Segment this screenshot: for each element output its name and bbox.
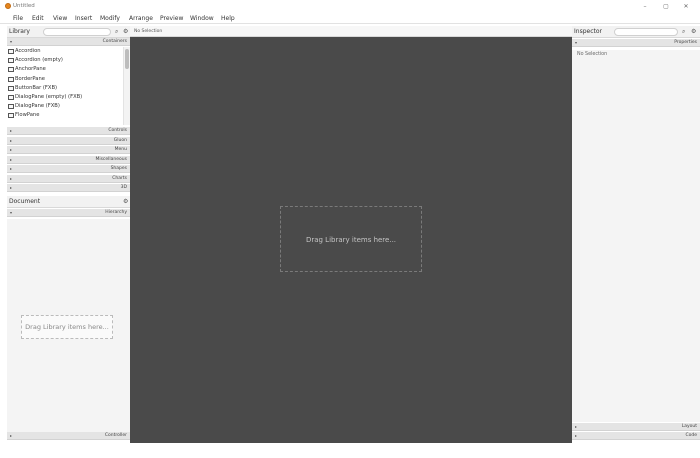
menu-view[interactable]: View bbox=[53, 14, 67, 23]
minimize-icon[interactable]: – bbox=[640, 2, 650, 11]
section-shapes[interactable]: ▸ Shapes bbox=[7, 165, 130, 173]
chevron-right-icon: ▸ bbox=[10, 433, 13, 438]
search-icon[interactable]: ⌕ bbox=[115, 28, 118, 36]
library-header: Library ⌕ ⚙ bbox=[7, 26, 130, 38]
chevron-right-icon: ▸ bbox=[10, 137, 13, 143]
document-title: Document bbox=[9, 198, 41, 205]
section-containers-label: Containers bbox=[102, 39, 127, 44]
section-properties[interactable]: ▾ Properties bbox=[572, 39, 700, 47]
chevron-right-icon: ▸ bbox=[575, 433, 578, 438]
list-item[interactable]: Accordion bbox=[7, 47, 123, 56]
maximize-icon[interactable]: ▢ bbox=[661, 2, 671, 11]
chevron-down-icon: ▾ bbox=[10, 39, 13, 44]
title-bar: Untitled – ▢ ✕ bbox=[0, 0, 700, 13]
list-item[interactable]: Accordion (empty) bbox=[7, 56, 123, 65]
list-item[interactable]: ButtonBar (FXB) bbox=[7, 84, 123, 93]
inspector-header: Inspector ⌕ ⚙ bbox=[572, 26, 700, 38]
menu-modify[interactable]: Modify bbox=[100, 14, 120, 23]
close-icon[interactable]: ✕ bbox=[681, 2, 691, 11]
library-title: Library bbox=[9, 28, 30, 35]
chevron-right-icon: ▸ bbox=[10, 175, 13, 181]
gear-icon[interactable]: ⚙ bbox=[123, 28, 128, 36]
section-layout[interactable]: ▸ Layout bbox=[572, 423, 700, 431]
accordion-icon bbox=[8, 49, 14, 54]
chevron-right-icon: ▸ bbox=[10, 147, 13, 152]
list-item[interactable]: FlowPane bbox=[7, 111, 123, 120]
section-menu[interactable]: ▸ Menu bbox=[7, 146, 130, 154]
border-pane-icon bbox=[8, 76, 14, 82]
menu-preview[interactable]: Preview bbox=[160, 14, 183, 23]
canvas-drop-zone[interactable]: Drag Library items here... bbox=[280, 206, 422, 272]
gear-icon[interactable]: ⚙ bbox=[691, 28, 696, 36]
breadcrumb: No Selection bbox=[130, 26, 572, 37]
accordion-icon bbox=[8, 58, 14, 64]
app-logo-icon bbox=[5, 3, 11, 9]
chevron-right-icon: ▸ bbox=[10, 166, 13, 171]
anchor-pane-icon bbox=[8, 67, 14, 73]
library-scrollbar[interactable] bbox=[123, 47, 130, 125]
section-containers[interactable]: ▾ Containers bbox=[7, 38, 130, 46]
document-header: Document ⚙ bbox=[7, 196, 130, 208]
search-icon[interactable]: ⌕ bbox=[682, 28, 685, 36]
chevron-right-icon: ▸ bbox=[10, 156, 13, 162]
breadcrumb-label: No Selection bbox=[134, 29, 163, 34]
list-item[interactable]: BorderPane bbox=[7, 75, 123, 84]
section-3d[interactable]: ▸ 3D bbox=[7, 184, 130, 192]
menu-help[interactable]: Help bbox=[221, 14, 235, 23]
flow-pane-icon bbox=[8, 113, 14, 119]
list-item[interactable]: DialogPane (empty) (FXB) bbox=[7, 93, 123, 102]
gear-icon[interactable]: ⚙ bbox=[123, 198, 128, 206]
library-search-input[interactable] bbox=[43, 28, 111, 36]
chevron-right-icon: ▸ bbox=[10, 128, 13, 133]
list-item[interactable]: DialogPane (FXB) bbox=[7, 102, 123, 111]
hierarchy-drop-zone[interactable]: Drag Library items here... bbox=[21, 315, 113, 339]
section-gluon[interactable]: ▸ Gluon bbox=[7, 136, 130, 145]
section-hierarchy[interactable]: ▾ Hierarchy bbox=[7, 209, 130, 217]
inspector-title: Inspector bbox=[574, 28, 602, 35]
dialog-pane-icon bbox=[8, 104, 14, 110]
menu-arrange[interactable]: Arrange bbox=[129, 14, 153, 23]
inspector-search-input[interactable] bbox=[614, 28, 678, 36]
section-charts[interactable]: ▸ Charts bbox=[7, 174, 130, 183]
section-miscellaneous[interactable]: ▸ Miscellaneous bbox=[7, 155, 130, 164]
menu-bar: File Edit View Insert Modify Arrange Pre… bbox=[0, 13, 700, 24]
no-selection-label: No Selection bbox=[577, 52, 608, 57]
menu-insert[interactable]: Insert bbox=[75, 14, 92, 23]
list-item[interactable]: AnchorPane bbox=[7, 65, 123, 74]
scrollbar-thumb[interactable] bbox=[125, 49, 129, 69]
hierarchy-panel: Drag Library items here... bbox=[7, 219, 130, 432]
menu-file[interactable]: File bbox=[13, 14, 23, 23]
inspector-panel bbox=[572, 50, 700, 422]
section-controls[interactable]: ▸ Controls bbox=[7, 127, 130, 135]
dialog-pane-icon bbox=[8, 94, 14, 100]
section-controller[interactable]: ▸ Controller bbox=[7, 432, 130, 440]
chevron-down-icon: ▾ bbox=[10, 210, 13, 215]
menu-edit[interactable]: Edit bbox=[32, 14, 44, 23]
chevron-right-icon: ▸ bbox=[10, 185, 13, 190]
library-list: Accordion Accordion (empty) AnchorPane B… bbox=[7, 47, 123, 125]
chevron-right-icon: ▸ bbox=[575, 424, 578, 429]
window-title: Untitled bbox=[13, 3, 35, 9]
section-code[interactable]: ▸ Code bbox=[572, 432, 700, 440]
menu-window[interactable]: Window bbox=[190, 14, 214, 23]
button-bar-icon bbox=[8, 85, 14, 91]
chevron-down-icon: ▾ bbox=[575, 40, 578, 45]
